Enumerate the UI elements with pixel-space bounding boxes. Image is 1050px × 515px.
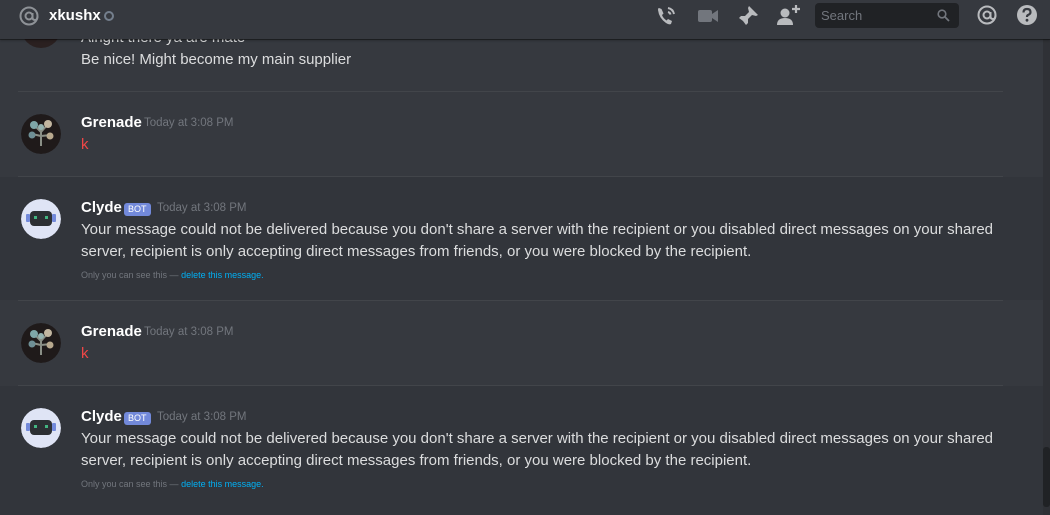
pin-icon[interactable] [736,4,760,33]
message-timestamp: Today at 3:08 PM [157,202,247,214]
message-content-line: server, recipient is only accepting dire… [81,243,752,260]
message-content-line: server, recipient is only accepting dire… [81,452,752,469]
video-call-icon[interactable] [696,4,720,33]
scrollbar-track[interactable] [1043,39,1050,515]
ephemeral-note: Only you can see this — [81,479,179,489]
channel-header: xkushx [0,0,1050,39]
bot-tag: BOT [124,412,151,425]
message-content: Be nice! Might become my main supplier [81,51,352,68]
avatar[interactable] [21,323,61,363]
search-box[interactable] [815,3,959,28]
message-author[interactable]: Grenade [81,323,142,340]
mentions-icon[interactable] [976,4,998,31]
message-group-grenade: Grenade Today at 3:08 PM k [0,92,1043,176]
scrollbar-thumb[interactable] [1043,447,1050,507]
ephemeral-note: Only you can see this — [81,270,179,280]
delete-message-link[interactable]: delete this message. [181,270,264,280]
message-group-clyde: Clyde BOT Today at 3:08 PM Your message … [0,177,1043,300]
avatar[interactable] [21,408,61,448]
message-author[interactable]: Clyde [81,408,122,425]
message-timestamp: Today at 3:08 PM [144,326,234,338]
message-content: k [81,345,89,362]
message-group-grenade: Grenade Today at 3:08 PM k [0,301,1043,385]
ephemeral-notice: Only you can see this — delete this mess… [81,270,264,280]
delete-message-link[interactable]: delete this message. [181,479,264,489]
message-content-line: Your message could not be delivered beca… [81,430,994,447]
message-content: k [81,136,89,153]
message-group-clyde: Clyde BOT Today at 3:08 PM Your message … [0,386,1043,515]
dm-recipient-name: xkushx [49,7,101,24]
message-author[interactable]: Grenade [81,114,142,131]
offline-status-icon [104,11,114,21]
voice-call-icon[interactable] [655,4,679,33]
search-icon[interactable] [937,9,950,27]
help-icon[interactable] [1016,4,1038,31]
avatar[interactable] [21,114,61,154]
search-input[interactable] [821,7,931,24]
message-timestamp: Today at 3:08 PM [144,117,234,129]
message-timestamp: Today at 3:08 PM [157,411,247,423]
message-list: Alright there ya are mate Be nice! Might… [0,0,1043,515]
message-content-line: Your message could not be delivered beca… [81,221,994,238]
at-icon [18,5,40,32]
ephemeral-notice: Only you can see this — delete this mess… [81,479,264,489]
bot-tag: BOT [124,203,151,216]
avatar[interactable] [21,199,61,239]
message-author[interactable]: Clyde [81,199,122,216]
add-friend-icon[interactable] [776,4,802,33]
